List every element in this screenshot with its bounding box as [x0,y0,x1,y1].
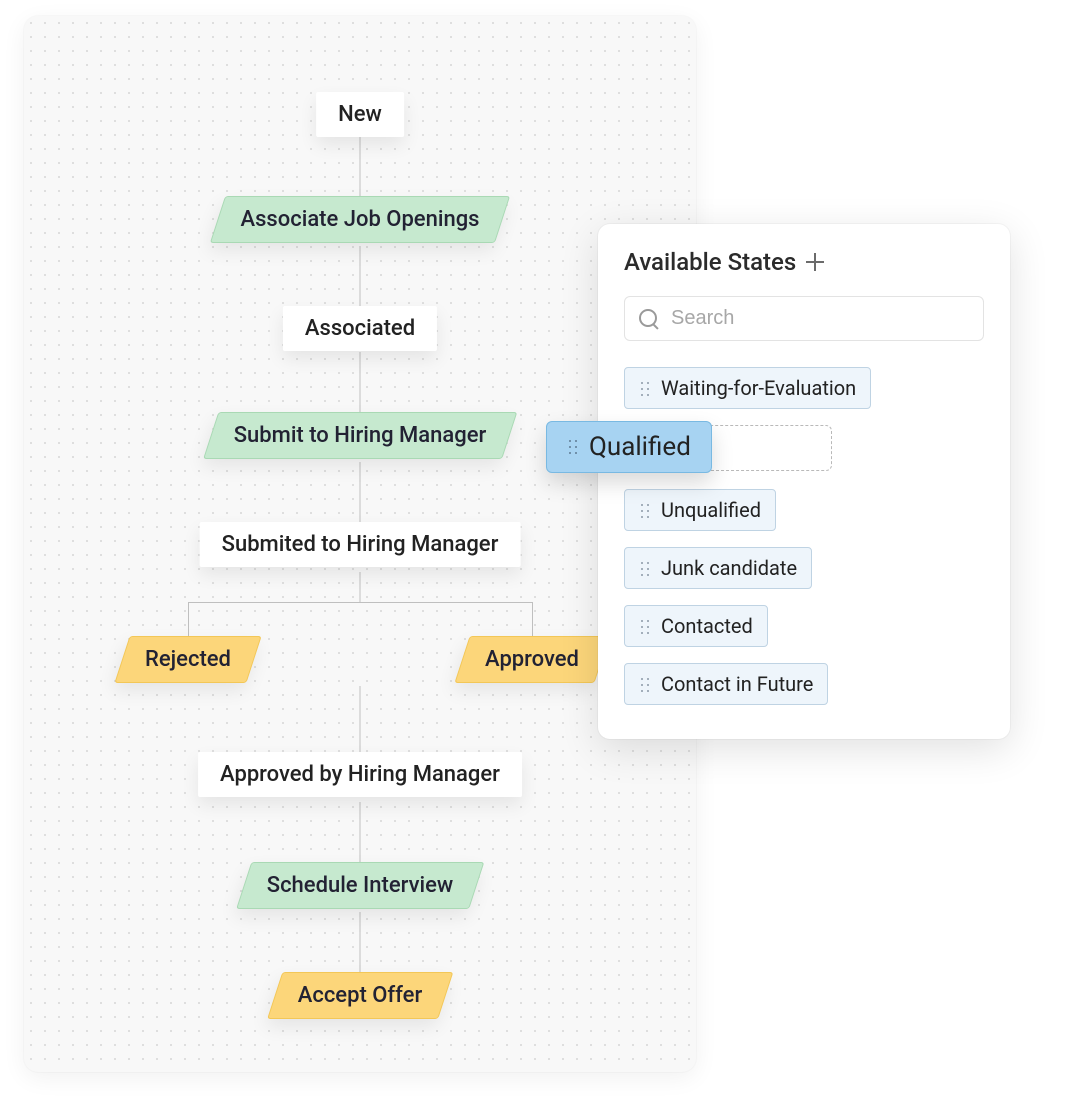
action-schedule-interview[interactable]: Schedule Interview [236,862,484,909]
state-new[interactable]: New [316,92,404,137]
chip-label: Junk candidate [661,556,797,580]
state-chip-qualified-dragging[interactable]: Qualified [546,421,712,473]
chip-label: Qualified [589,432,691,462]
panel-header: Available States [624,248,984,276]
node-label: Accept Offer [298,983,423,1008]
connector [360,572,361,602]
node-label: Associate Job Openings [241,207,480,232]
grip-icon [639,502,651,518]
node-label: Submited to Hiring Manager [222,532,499,557]
grip-icon [639,560,651,576]
chip-label: Contacted [661,614,753,638]
state-submitted-to-hiring-manager[interactable]: Submited to Hiring Manager [200,522,521,567]
node-label: Schedule Interview [267,873,454,898]
panel-title: Available States [624,248,796,276]
connector [360,912,361,972]
connector [360,352,361,412]
grip-icon [567,438,579,456]
state-chip-junk-candidate[interactable]: Junk candidate [624,547,812,589]
connector [360,686,361,752]
connector [188,602,532,603]
state-chip-contacted[interactable]: Contacted [624,605,768,647]
state-chip-unqualified[interactable]: Unqualified [624,489,776,531]
node-label: Associated [305,316,415,341]
workflow-canvas[interactable]: New Associate Job Openings Associated Su… [24,16,696,1072]
grip-icon [639,380,651,396]
connector [360,246,361,306]
action-rejected[interactable]: Rejected [114,636,261,683]
chip-label: Unqualified [661,498,761,522]
state-approved-by-hiring-manager[interactable]: Approved by Hiring Manager [198,752,522,797]
node-label: Submit to Hiring Manager [234,423,487,448]
action-associate-job-openings[interactable]: Associate Job Openings [210,196,510,243]
node-label: Approved [485,647,579,672]
chip-label: Contact in Future [661,672,813,696]
state-chip-qualified-slot[interactable]: Qualified [624,425,984,473]
state-chip-waiting-for-evaluation[interactable]: Waiting-for-Evaluation [624,367,871,409]
available-states-list: Waiting-for-Evaluation Qualified Unquali… [624,367,984,705]
grip-icon [639,676,651,692]
action-accept-offer[interactable]: Accept Offer [267,972,453,1019]
search-box[interactable] [624,296,984,341]
node-label: Approved by Hiring Manager [220,762,500,787]
action-approved[interactable]: Approved [454,636,609,683]
state-chip-contact-in-future[interactable]: Contact in Future [624,663,828,705]
action-submit-to-hiring-manager[interactable]: Submit to Hiring Manager [203,412,517,459]
plus-icon[interactable] [806,253,824,271]
search-icon [639,309,659,329]
connector [360,802,361,862]
connector [360,462,361,522]
node-label: Rejected [145,647,231,672]
search-input[interactable] [671,307,969,330]
state-associated[interactable]: Associated [283,306,437,351]
grip-icon [639,618,651,634]
available-states-panel: Available States Waiting-for-Evaluation … [598,224,1010,739]
node-label: New [338,102,382,127]
connector [360,136,361,196]
chip-label: Waiting-for-Evaluation [661,376,856,400]
